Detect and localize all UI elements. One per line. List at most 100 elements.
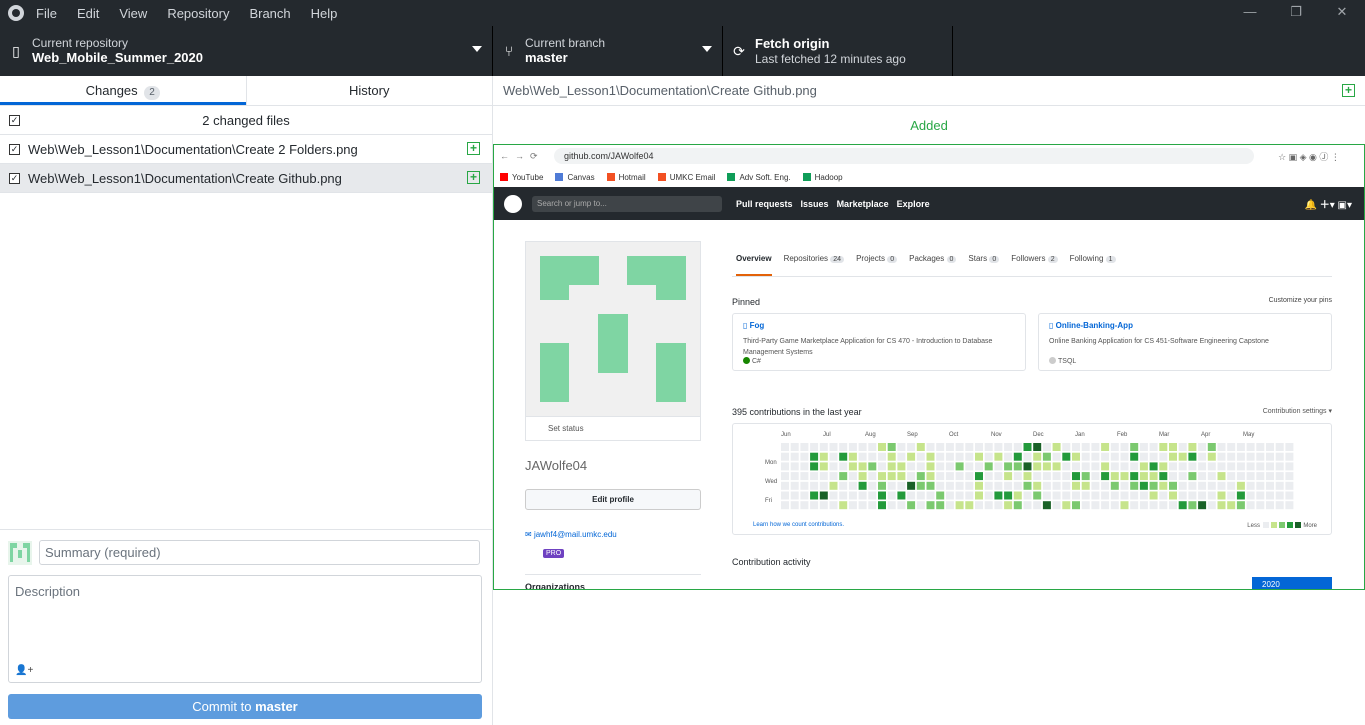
contribution-day [1023, 481, 1032, 490]
maximize-button[interactable]: ❐ [1273, 0, 1319, 26]
contribution-day [1159, 481, 1168, 490]
select-all-checkbox[interactable]: ✓ [9, 114, 20, 126]
contribution-day [1033, 443, 1042, 451]
contribution-day [975, 443, 983, 451]
contribution-day [1266, 472, 1274, 481]
month-label: Jan [1075, 432, 1085, 438]
contribution-day [800, 462, 809, 471]
contribution-day [1256, 501, 1265, 510]
contribution-day [1120, 462, 1129, 471]
tab-changes[interactable]: Changes 2 [0, 76, 246, 105]
contribution-day [1013, 452, 1022, 461]
profile-tab: Packages 0 [909, 254, 957, 263]
menu-edit[interactable]: Edit [77, 6, 99, 21]
contribution-day [1101, 472, 1110, 481]
contribution-day [1081, 501, 1090, 510]
month-label: Mar [1159, 432, 1170, 438]
organizations-heading: Organizations [525, 574, 701, 589]
contribution-day [1236, 462, 1245, 471]
contribution-day [848, 452, 857, 461]
contribution-day [1285, 481, 1294, 490]
contribution-day [1081, 452, 1090, 461]
contribution-day [1178, 452, 1187, 461]
tab-history[interactable]: History [245, 76, 493, 105]
changes-count-badge: 2 [144, 86, 160, 100]
contribution-day [1159, 452, 1168, 461]
bookmark-icon [555, 172, 564, 181]
sync-icon: ⟳ [733, 42, 745, 59]
month-label: Jun [781, 432, 791, 438]
contribution-day [1188, 491, 1197, 500]
file-checkbox[interactable]: ✓ [9, 172, 20, 184]
description-input[interactable]: Description 👤+ [8, 575, 482, 683]
contribution-day [1091, 462, 1100, 471]
contribution-day [975, 472, 983, 481]
contribution-day [897, 452, 906, 461]
file-row[interactable]: ✓ Web\Web_Lesson1\Documentation\Create 2… [0, 135, 492, 164]
contribution-day [955, 501, 964, 510]
contribution-day [1178, 462, 1187, 471]
contribution-day [1285, 462, 1294, 471]
contribution-day [1149, 452, 1158, 461]
contribution-day [1081, 443, 1090, 451]
contribution-day [868, 462, 877, 471]
summary-input[interactable]: Summary (required) [39, 540, 480, 565]
contribution-day [1042, 452, 1051, 461]
file-checkbox[interactable]: ✓ [9, 143, 20, 155]
branch-icon: ⑂ [504, 43, 514, 59]
menu-branch[interactable]: Branch [249, 6, 290, 21]
contribution-day [1139, 443, 1148, 451]
contribution-day [1285, 491, 1294, 500]
commit-button[interactable]: Commit to master [8, 694, 482, 719]
menu-view[interactable]: View [119, 6, 147, 21]
contribution-day [887, 472, 896, 481]
contribution-day [839, 472, 848, 481]
profile-tab-label: Following [1069, 254, 1104, 263]
contribution-day [936, 501, 945, 510]
contribution-day [984, 452, 993, 461]
contribution-day [1081, 481, 1090, 490]
contribution-day [1033, 501, 1042, 510]
add-coauthor-icon[interactable]: 👤+ [15, 665, 33, 676]
contribution-day [907, 472, 916, 481]
contribution-day [1023, 472, 1032, 481]
menu-repository[interactable]: Repository [167, 6, 229, 21]
contribution-day [868, 472, 877, 481]
contribution-day [1275, 481, 1284, 490]
contribution-day [1013, 491, 1022, 500]
repo-name-text: Online-Banking-App [1055, 321, 1133, 330]
contribution-day [936, 472, 945, 481]
repo-icon: ▯ [12, 42, 20, 59]
contribution-day [790, 443, 799, 451]
contribution-day [1227, 481, 1236, 490]
contribution-day [1013, 472, 1022, 481]
fetch-origin-button[interactable]: ⟳ Fetch origin Last fetched 12 minutes a… [723, 26, 953, 76]
contribution-day [1246, 501, 1255, 510]
avatar [8, 540, 32, 565]
legend-less: Less [1247, 523, 1260, 529]
contribution-day [1013, 443, 1022, 451]
contribution-day [810, 501, 819, 510]
contribution-day [965, 443, 974, 451]
contribution-day [1042, 443, 1051, 451]
added-icon: + [1342, 84, 1355, 97]
pinned-heading: Pinned [732, 297, 761, 307]
minimize-button[interactable]: — [1227, 0, 1273, 26]
current-branch-button[interactable]: ⑂ Current branch master [493, 26, 723, 76]
menu-file[interactable]: File [36, 6, 57, 21]
repo-name: Web_Mobile_Summer_2020 [32, 50, 203, 65]
current-repository-button[interactable]: ▯ Current repository Web_Mobile_Summer_2… [0, 26, 493, 76]
contribution-day [819, 472, 828, 481]
contribution-day [1072, 443, 1080, 451]
contribution-day [887, 452, 896, 461]
repo-description: Online Banking Application for CS 451-So… [1049, 338, 1269, 345]
branch-label: Current branch [525, 36, 606, 50]
file-row[interactable]: ✓ Web\Web_Lesson1\Documentation\Create G… [0, 164, 492, 193]
contribution-day [1033, 491, 1042, 500]
contribution-day [1198, 472, 1207, 481]
contribution-day [1178, 501, 1187, 510]
contribution-day [955, 452, 964, 461]
bookmark-label: Hadoop [814, 172, 843, 182]
menu-help[interactable]: Help [311, 6, 338, 21]
close-button[interactable]: ✕ [1319, 0, 1365, 26]
